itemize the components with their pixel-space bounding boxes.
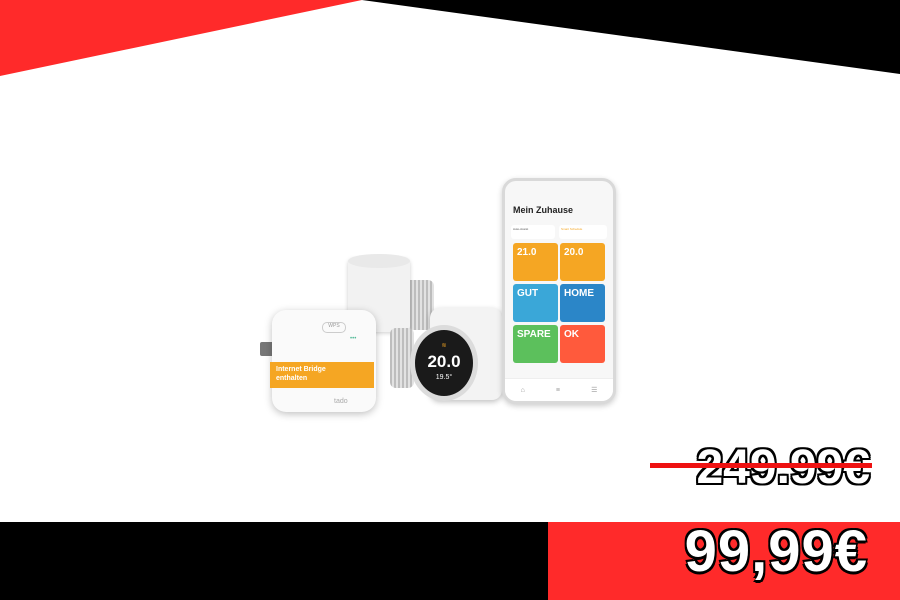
price-strikethrough [650, 463, 872, 468]
app-chip: Auto-Assist [511, 225, 555, 239]
thermostat-back-top [348, 254, 410, 268]
thermostat-display: ≋ 20.0 19.5° [410, 325, 478, 401]
internet-bridge: WPS ••• tado [272, 310, 376, 412]
app-tile: SPARE [513, 325, 558, 363]
bottom-banner-black [0, 522, 548, 600]
top-banner [0, 0, 900, 76]
status-lights: ••• [350, 336, 357, 342]
top-banner-red-shape [0, 0, 362, 76]
app-tile: HOME [560, 284, 605, 322]
app-tile: GUT [513, 284, 558, 322]
bridge-brand: tado [334, 398, 348, 405]
app-tile: 21.0 [513, 243, 558, 281]
app-tile: OK [560, 325, 605, 363]
bridge-label: Internet Bridge enthalten [270, 362, 374, 388]
new-price: 99,99€ [684, 519, 868, 584]
list-icon: ≡ [555, 386, 561, 394]
home-icon: ⌂ [520, 386, 525, 394]
bridge-label-line1: Internet Bridge [276, 366, 326, 373]
wps-button: WPS [322, 322, 346, 333]
menu-icon: ☰ [591, 387, 598, 394]
heating-icon: ≋ [441, 343, 447, 349]
product-image: ≋ 20.0 19.5° WPS ••• tado Internet Bridg… [250, 170, 650, 420]
thermostat-current: 19.5° [435, 374, 453, 381]
thermostat-temperature: 20.0 [427, 352, 461, 371]
app-nav-bar: ⌂ ≡ ☰ [505, 378, 613, 401]
app-tile: 20.0 [560, 243, 605, 281]
app-title: Mein Zuhause [513, 205, 574, 215]
bridge-label-line2: enthalten [276, 375, 308, 382]
app-chip: Smart Schedule [559, 225, 607, 239]
top-banner-black-shape [362, 0, 900, 74]
smartphone-app: Mein Zuhause Auto-Assist Smart Schedule … [502, 178, 616, 404]
